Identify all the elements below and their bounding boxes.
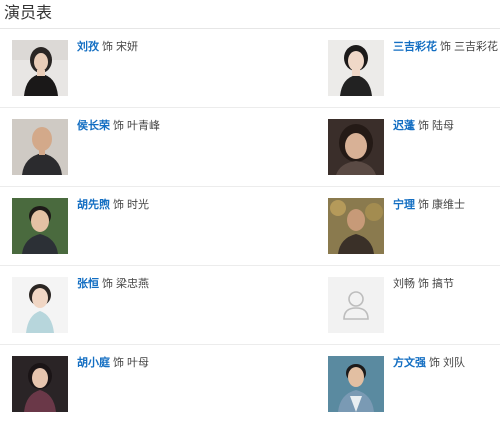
role-name: 叶青峰 [127,119,160,132]
actor-name: 刘畅 [393,277,415,290]
actor-name-link[interactable]: 胡先煦 [77,198,110,211]
cast-row: 侯长荣饰叶青峰 迟蓬饰陆母 [0,108,500,187]
cast-info: 刘畅饰搞节 [393,277,454,291]
actor-name-link[interactable]: 张恒 [77,277,99,290]
role-name: 刘队 [443,356,465,369]
role-name: 康维士 [432,198,465,211]
cast-info: 方文强饰刘队 [393,356,465,370]
actor-name-link[interactable]: 方文强 [393,356,426,369]
as-label: 饰 [429,356,440,369]
role-name: 搞节 [432,277,454,290]
role-name: 叶母 [127,356,149,369]
as-label: 饰 [113,119,124,132]
as-label: 饰 [102,277,113,290]
as-label: 饰 [102,40,113,53]
actor-photo[interactable] [12,40,68,96]
role-name: 时光 [127,198,149,211]
cast-row: 张恒饰梁忠燕 刘畅饰搞节 [0,266,500,345]
cast-row: 刘孜饰宋妍 三吉彩花饰三吉彩花 [0,29,500,108]
actor-photo[interactable] [12,119,68,175]
actor-name-link[interactable]: 胡小庭 [77,356,110,369]
role-name: 宋妍 [116,40,138,53]
actor-photo[interactable] [328,356,384,412]
role-name: 梁忠燕 [116,277,149,290]
actor-name-link[interactable]: 迟蓬 [393,119,415,132]
actor-photo[interactable] [12,356,68,412]
cast-list: 刘孜饰宋妍 三吉彩花饰三吉彩花 侯长荣 饰 叶青峰 迟蓬 饰 陆母 胡先煦 饰 … [0,29,500,423]
actor-photo[interactable] [328,40,384,96]
as-label: 饰 [418,277,429,290]
actor-photo[interactable] [12,277,68,333]
actor-name-link[interactable]: 侯长荣 [77,119,110,132]
placeholder-avatar-icon [328,277,384,333]
actor-name-link[interactable]: 三吉彩花 [393,40,437,53]
cast-info: 迟蓬饰陆母 [393,119,454,133]
cast-info: 侯长荣饰叶青峰 [77,119,160,133]
as-label: 饰 [113,198,124,211]
cast-info: 宁理饰康维士 [393,198,465,212]
as-label: 饰 [440,40,451,53]
section-header: 演员表 [0,0,500,29]
cast-info: 张恒饰梁忠燕 [77,277,149,291]
cast-info: 刘孜饰宋妍 [77,40,138,54]
as-label: 饰 [418,119,429,132]
actor-photo[interactable] [12,198,68,254]
section-title: 演员表 [4,3,53,22]
as-label: 饰 [113,356,124,369]
cast-row: 胡先煦饰时光 宁理饰康维士 [0,187,500,266]
actor-photo[interactable] [328,198,384,254]
actor-name-link[interactable]: 刘孜 [77,40,99,53]
as-label: 饰 [418,198,429,211]
actor-photo[interactable] [328,119,384,175]
cast-info: 三吉彩花饰三吉彩花 [393,40,498,54]
cast-row: 胡小庭饰叶母 方文强饰刘队 [0,345,500,423]
role-name: 陆母 [432,119,454,132]
role-name: 三吉彩花 [454,40,498,53]
actor-name-link[interactable]: 宁理 [393,198,415,211]
cast-info: 胡先煦饰时光 [77,198,149,212]
cast-info: 胡小庭饰叶母 [77,356,149,370]
